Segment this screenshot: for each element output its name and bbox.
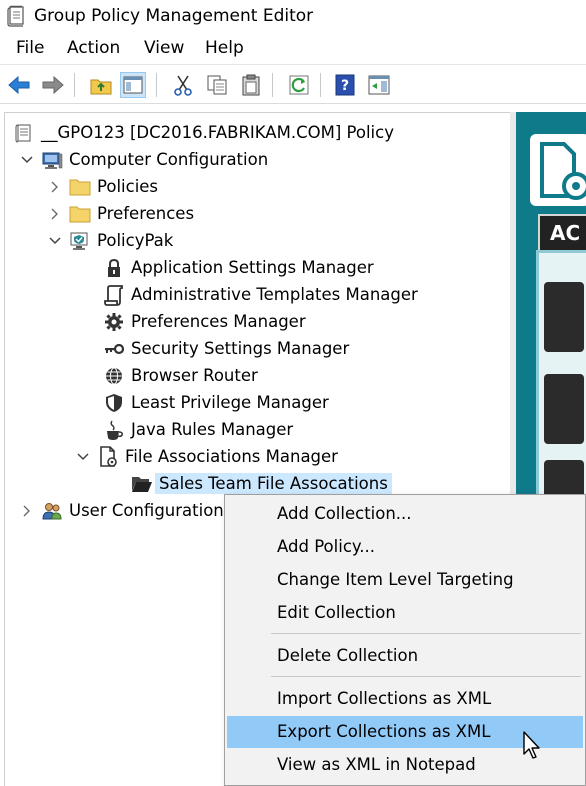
folder-icon [69, 176, 91, 198]
forward-arrow-icon[interactable] [40, 72, 66, 98]
tree-label: Browser Router [131, 366, 258, 385]
cut-icon[interactable] [170, 72, 196, 98]
file-gear-icon [530, 134, 586, 206]
show-hide-tree-icon[interactable] [120, 72, 146, 98]
tree-label: Preferences [97, 204, 195, 223]
tree-label: PolicyPak [97, 231, 174, 250]
toolbar-separator [74, 73, 75, 97]
tree-label: Java Rules Manager [131, 420, 294, 439]
tree-node-app-settings-manager[interactable]: Application Settings Manager [103, 255, 374, 280]
computer-icon [41, 149, 63, 171]
tree-node-least-privilege-manager[interactable]: Least Privilege Manager [103, 390, 329, 415]
tree-node-user-configuration[interactable]: User Configuration [19, 498, 224, 523]
coffee-cup-icon [103, 419, 125, 441]
tree-node-policypak[interactable]: PolicyPak [47, 228, 173, 253]
toolbar-separator [272, 73, 273, 97]
dark-tile[interactable] [544, 374, 584, 444]
tree-label: Policies [97, 177, 159, 196]
menu-delete-collection[interactable]: Delete Collection [227, 640, 583, 672]
users-icon [41, 500, 63, 522]
notepad-policy-icon [6, 5, 28, 27]
menu-help[interactable]: Help [205, 38, 244, 58]
tree-node-root[interactable]: __GPO123 [DC2016.FABRIKAM.COM] Policy [13, 120, 394, 145]
copy-icon[interactable] [204, 72, 230, 98]
gpme-window: Group Policy Management Editor File Acti… [0, 0, 586, 786]
tree-label: __GPO123 [DC2016.FABRIKAM.COM] Policy [41, 123, 394, 142]
menu-bar: File Action View Help [0, 33, 586, 65]
menu-add-policy[interactable]: Add Policy... [227, 531, 583, 563]
refresh-icon[interactable] [286, 72, 312, 98]
padlock-icon [103, 257, 125, 279]
show-action-pane-icon[interactable] [366, 72, 392, 98]
menu-file[interactable]: File [16, 38, 44, 58]
tree-label: User Configuration [69, 501, 224, 520]
menu-change-item-level-targeting[interactable]: Change Item Level Targeting [227, 564, 583, 596]
toolbar: ? [0, 66, 586, 104]
tree-node-preferences[interactable]: Preferences [47, 201, 194, 226]
tree-label: Administrative Templates Manager [131, 285, 418, 304]
tree-node-sales-team-file-assocations[interactable]: Sales Team File Assocations [131, 471, 392, 496]
window-title: Group Policy Management Editor [34, 6, 314, 26]
file-gear-icon [97, 445, 119, 468]
menu-action[interactable]: Action [67, 38, 120, 58]
dark-tile[interactable] [544, 282, 584, 352]
tree-label: Sales Team File Assocations [155, 473, 392, 494]
tree-label: Computer Configuration [69, 150, 269, 169]
menu-import-collections-xml[interactable]: Import Collections as XML [227, 683, 583, 715]
tree-label: Least Privilege Manager [131, 393, 329, 412]
mouse-pointer-icon [522, 730, 544, 762]
scroll-icon [103, 284, 125, 306]
tree-label: Security Settings Manager [131, 339, 350, 358]
toolbar-separator [320, 73, 321, 97]
policypak-icon [69, 230, 91, 252]
tree-node-file-associations-manager[interactable]: File Associations Manager [75, 444, 338, 469]
folder-icon [69, 203, 91, 225]
tab-actions[interactable]: AC [538, 214, 586, 250]
tree-node-admin-templates-manager[interactable]: Administrative Templates Manager [103, 282, 418, 307]
paste-icon[interactable] [238, 72, 264, 98]
menu-add-collection[interactable]: Add Collection... [227, 498, 583, 530]
up-folder-icon[interactable] [88, 72, 114, 98]
chevron-right-icon[interactable] [47, 206, 63, 222]
tree-node-policies[interactable]: Policies [47, 174, 158, 199]
menu-edit-collection[interactable]: Edit Collection [227, 597, 583, 629]
tree-node-java-rules-manager[interactable]: Java Rules Manager [103, 417, 293, 442]
globe-icon [103, 365, 125, 387]
tree-label: Application Settings Manager [131, 258, 374, 277]
back-arrow-icon[interactable] [6, 72, 32, 98]
tree-node-preferences-manager[interactable]: Preferences Manager [103, 309, 306, 334]
tree-node-browser-router[interactable]: Browser Router [103, 363, 258, 388]
tree-node-security-settings-manager[interactable]: Security Settings Manager [103, 336, 349, 361]
menu-separator [271, 633, 581, 634]
svg-text:?: ? [341, 78, 349, 94]
tree-label: File Associations Manager [125, 447, 338, 466]
help-icon[interactable]: ? [332, 72, 358, 98]
menu-separator [271, 676, 581, 677]
key-icon [103, 338, 125, 360]
open-folder-icon [131, 473, 153, 495]
title-bar: Group Policy Management Editor [0, 0, 586, 33]
shield-icon [103, 392, 125, 414]
policy-scroll-icon [13, 122, 35, 144]
tree-label: Preferences Manager [131, 312, 306, 331]
chevron-down-icon[interactable] [75, 449, 91, 465]
gear-icon [103, 311, 125, 333]
tree-node-computer-configuration[interactable]: Computer Configuration [19, 147, 268, 172]
chevron-down-icon[interactable] [19, 152, 35, 168]
chevron-right-icon[interactable] [47, 179, 63, 195]
toolbar-separator [156, 73, 157, 97]
menu-view[interactable]: View [144, 38, 184, 58]
chevron-down-icon[interactable] [47, 233, 63, 249]
chevron-right-icon[interactable] [19, 503, 35, 519]
